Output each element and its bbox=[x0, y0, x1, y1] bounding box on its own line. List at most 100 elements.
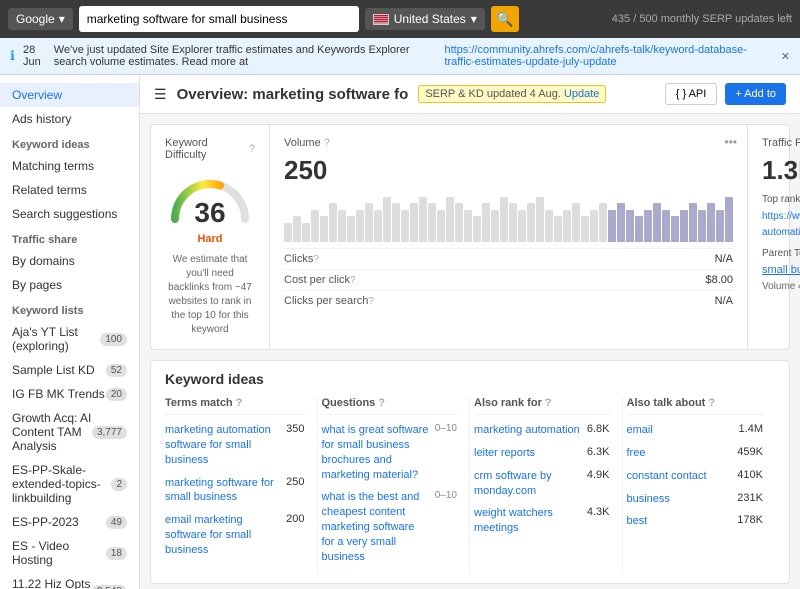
sidebar-item-list-4[interactable]: ES-PP-Skale-extended-topics-linkbuilding… bbox=[0, 458, 139, 510]
search-button[interactable]: 🔍 bbox=[491, 6, 519, 32]
idea-link-0-1[interactable]: marketing software for small business bbox=[165, 476, 280, 506]
update-link[interactable]: Update bbox=[564, 88, 599, 100]
kd-help-icon[interactable]: ? bbox=[249, 143, 255, 155]
idea-link-3-4[interactable]: best bbox=[627, 514, 732, 529]
cps-label: Clicks per search bbox=[284, 295, 368, 307]
idea-link-3-1[interactable]: free bbox=[627, 446, 732, 461]
sidebar-item-matching-terms[interactable]: Matching terms bbox=[0, 154, 139, 178]
terms-help-icon[interactable]: ? bbox=[236, 397, 243, 409]
api-button[interactable]: { } API bbox=[665, 83, 718, 105]
questions-help-icon[interactable]: ? bbox=[378, 397, 385, 409]
close-infobar-button[interactable]: ✕ bbox=[781, 50, 790, 63]
volume-card: Volume ? ••• 250 Clicks ? N/A Cost per c… bbox=[270, 125, 748, 349]
idea-row: business 231K bbox=[627, 492, 764, 507]
idea-val-2-0: 6.8K bbox=[587, 423, 610, 435]
volume-bar bbox=[374, 210, 382, 242]
idea-link-1-0[interactable]: what is great software for small busines… bbox=[322, 423, 429, 482]
page-title: Overview: marketing software fo bbox=[177, 86, 409, 103]
sidebar-item-by-pages[interactable]: By pages bbox=[0, 273, 139, 297]
volume-bar bbox=[482, 203, 490, 242]
cps-row: Clicks per search ? N/A bbox=[284, 290, 733, 307]
ranking-label: Top ranking result bbox=[762, 194, 800, 205]
sidebar-item-related-terms[interactable]: Related terms bbox=[0, 178, 139, 202]
search-input[interactable] bbox=[79, 6, 359, 32]
volume-bar bbox=[302, 223, 310, 242]
volume-bar bbox=[293, 216, 301, 242]
cps-help-icon[interactable]: ? bbox=[368, 296, 374, 307]
clicks-help-icon[interactable]: ? bbox=[313, 254, 319, 265]
sidebar-item-list-5[interactable]: ES-PP-2023 49 bbox=[0, 510, 139, 534]
sidebar-item-ads-history[interactable]: Ads history bbox=[0, 107, 139, 131]
idea-link-2-1[interactable]: leiter reports bbox=[474, 446, 581, 461]
list-1-badge: 52 bbox=[106, 364, 127, 377]
cpc-label: Cost per click bbox=[284, 274, 350, 286]
sidebar-item-by-domains[interactable]: By domains bbox=[0, 249, 139, 273]
sidebar-item-search-suggestions[interactable]: Search suggestions bbox=[0, 202, 139, 226]
clicks-value: N/A bbox=[715, 253, 733, 265]
idea-link-2-2[interactable]: crm software by monday.com bbox=[474, 469, 581, 499]
idea-val-2-1: 6.3K bbox=[587, 446, 610, 458]
sidebar-item-list-1[interactable]: Sample List KD 52 bbox=[0, 358, 139, 382]
idea-range-1-0: 0–10 bbox=[435, 423, 457, 434]
sidebar-section-keyword-lists: Keyword lists bbox=[0, 297, 139, 320]
volume-bar bbox=[446, 197, 454, 242]
volume-bar bbox=[680, 210, 688, 242]
volume-bar bbox=[338, 210, 346, 242]
idea-link-0-2[interactable]: email marketing software for small busin… bbox=[165, 513, 280, 558]
volume-bar bbox=[428, 203, 436, 242]
menu-icon[interactable]: ☰ bbox=[154, 86, 167, 103]
volume-bar bbox=[347, 216, 355, 242]
list-6-badge: 18 bbox=[106, 547, 127, 560]
country-selector[interactable]: United States ▾ bbox=[365, 8, 485, 30]
sidebar-item-list-2[interactable]: IG FB MK Trends 20 bbox=[0, 382, 139, 406]
idea-row: leiter reports 6.3K bbox=[474, 446, 610, 461]
by-domains-label: By domains bbox=[12, 254, 75, 268]
volume-help-icon[interactable]: ? bbox=[324, 137, 330, 149]
cpc-help-icon[interactable]: ? bbox=[350, 275, 356, 286]
list-4-label: ES-PP-Skale-extended-topics-linkbuilding bbox=[12, 463, 111, 505]
idea-link-3-3[interactable]: business bbox=[627, 492, 732, 507]
kd-gauge: 36 bbox=[165, 169, 255, 229]
list-6-label: ES - Video Hosting bbox=[12, 539, 106, 567]
idea-val-3-0: 1.4M bbox=[739, 423, 763, 435]
ranking-link[interactable]: https://www.g2.com/categories/marketing-… bbox=[762, 211, 800, 238]
idea-link-2-3[interactable]: weight watchers meetings bbox=[474, 506, 581, 536]
also-talk-help-icon[interactable]: ? bbox=[708, 397, 715, 409]
list-0-label: Aja's YT List (exploring) bbox=[12, 325, 100, 353]
idea-link-3-0[interactable]: email bbox=[627, 423, 733, 438]
kd-label: Keyword Difficulty ? bbox=[165, 137, 255, 161]
idea-row: crm software by monday.com 4.9K bbox=[474, 469, 610, 499]
idea-link-3-2[interactable]: constant contact bbox=[627, 469, 732, 484]
also-rank-col: Also rank for ? marketing automation 6.8… bbox=[470, 397, 623, 573]
sidebar-item-overview[interactable]: Overview bbox=[0, 83, 139, 107]
top-bar: Google ▾ United States ▾ 🔍 435 / 500 mon… bbox=[0, 0, 800, 38]
also-talk-col: Also talk about ? email 1.4M free 459K c… bbox=[623, 397, 776, 573]
idea-row: constant contact 410K bbox=[627, 469, 764, 484]
sidebar-item-list-6[interactable]: ES - Video Hosting 18 bbox=[0, 534, 139, 572]
volume-options-icon[interactable]: ••• bbox=[724, 135, 737, 149]
list-5-badge: 49 bbox=[106, 516, 127, 529]
idea-link-2-0[interactable]: marketing automation bbox=[474, 423, 581, 438]
cpc-row: Cost per click ? $8.00 bbox=[284, 269, 733, 286]
add-to-button[interactable]: + Add to bbox=[725, 83, 786, 105]
idea-row: weight watchers meetings 4.3K bbox=[474, 506, 610, 536]
by-pages-label: By pages bbox=[12, 278, 62, 292]
volume-bar bbox=[527, 203, 535, 242]
content-area: ☰ Overview: marketing software fo SERP &… bbox=[140, 75, 800, 589]
sidebar-item-list-7[interactable]: 11.22 Hiz Opts BIR Keywords 9,549 bbox=[0, 572, 139, 589]
parent-topic-link[interactable]: small business marketing software bbox=[762, 264, 800, 276]
sidebar-item-list-0[interactable]: Aja's YT List (exploring) 100 bbox=[0, 320, 139, 358]
idea-link-0-0[interactable]: marketing automation software for small … bbox=[165, 423, 280, 468]
volume-bar bbox=[725, 197, 733, 242]
sidebar-item-list-3[interactable]: Growth Acq: AI Content TAM Analysis 3,77… bbox=[0, 406, 139, 458]
info-link[interactable]: https://community.ahrefs.com/c/ahrefs-ta… bbox=[444, 44, 772, 68]
list-5-label: ES-PP-2023 bbox=[12, 515, 79, 529]
google-dropdown[interactable]: Google ▾ bbox=[8, 8, 73, 30]
idea-link-1-1[interactable]: what is the best and cheapest content ma… bbox=[322, 490, 429, 564]
idea-row: what is the best and cheapest content ma… bbox=[322, 490, 458, 564]
traffic-value: 1.3K bbox=[762, 155, 800, 186]
volume-bar bbox=[644, 210, 652, 242]
volume-bar bbox=[581, 216, 589, 242]
also-rank-help-icon[interactable]: ? bbox=[545, 397, 552, 409]
volume-bar bbox=[590, 210, 598, 242]
